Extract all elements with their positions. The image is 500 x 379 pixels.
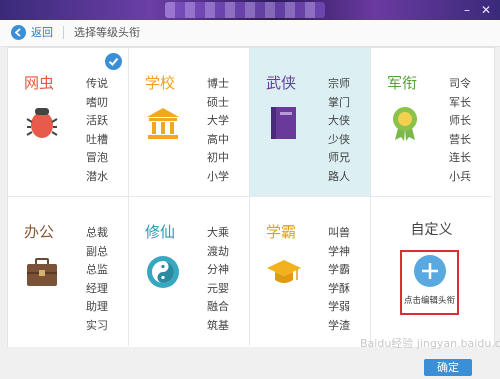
title-item: 传说 <box>86 77 108 90</box>
title-item: 经理 <box>86 281 108 295</box>
title-item: 元婴 <box>207 281 229 295</box>
title-item: 实习 <box>86 318 108 332</box>
title-item: 初中 <box>207 151 229 164</box>
category-card-xuexiao[interactable]: 学校 博士 硕士 大学 高中 初中 小学 <box>129 48 250 197</box>
title-item: 大乘 <box>207 226 229 239</box>
title-item: 吐槽 <box>86 132 108 146</box>
title-item: 渡劫 <box>207 244 229 258</box>
category-title: 武侠 <box>266 74 297 92</box>
category-title: 网虫 <box>24 74 55 92</box>
category-card-xueba[interactable]: 学霸 叫兽 学神 学霸 学酥 学弱 学渣 <box>250 197 371 346</box>
medal-icon <box>393 107 417 141</box>
custom-title-heading: 自定义 <box>410 222 453 238</box>
category-title: 军衔 <box>387 74 418 92</box>
category-card-xiuxian[interactable]: 修仙 大乘 渡劫 分神 元婴 融合 筑基 <box>129 197 250 346</box>
banner-decoration <box>165 2 325 18</box>
title-item: 助理 <box>86 300 108 313</box>
category-card-bangong[interactable]: 办公 总裁 副总 总监 经理 助理 实习 <box>8 197 129 346</box>
close-icon[interactable]: ✕ <box>478 2 494 18</box>
title-item: 潜水 <box>86 169 108 183</box>
title-item: 总监 <box>86 263 108 276</box>
title-list: 大乘 渡劫 分神 元婴 融合 筑基 <box>207 224 229 335</box>
checked-icon <box>105 53 122 70</box>
title-list: 宗师 掌门 大侠 少侠 师兄 路人 <box>328 75 350 186</box>
title-item: 师兄 <box>328 151 350 164</box>
edit-custom-title-label: 点击编辑头衔 <box>403 296 455 306</box>
back-button[interactable]: 返回 <box>31 25 53 40</box>
title-item: 副总 <box>86 244 108 258</box>
ok-button[interactable]: 确定 <box>424 359 472 376</box>
title-category-grid: 网虫 传说 嗜叨 活跃 吐槽 冒泡 潜水 学校 博士 硕士 大学 高中 初中 小… <box>7 47 495 349</box>
title-item: 博士 <box>207 77 229 90</box>
title-item: 营长 <box>449 132 471 146</box>
back-arrow-icon[interactable] <box>11 25 26 40</box>
toolbar: 返回 选择等级头衔 <box>0 20 500 47</box>
title-item: 小学 <box>207 169 229 183</box>
title-item: 小兵 <box>449 169 471 183</box>
title-item: 分神 <box>207 263 229 276</box>
category-title: 学霸 <box>266 223 297 241</box>
title-item: 学酥 <box>328 281 350 295</box>
title-item: 筑基 <box>207 318 229 332</box>
title-item: 路人 <box>328 169 350 183</box>
category-card-wangchong[interactable]: 网虫 传说 嗜叨 活跃 吐槽 冒泡 潜水 <box>8 48 129 197</box>
title-item: 学霸 <box>328 263 350 276</box>
plus-icon <box>414 255 446 287</box>
title-item: 大学 <box>207 114 229 127</box>
category-title: 修仙 <box>145 223 176 241</box>
briefcase-icon <box>27 258 57 286</box>
title-list: 司令 军长 师长 营长 连长 小兵 <box>449 75 471 186</box>
graduation-cap-icon <box>267 260 301 283</box>
category-title: 办公 <box>24 223 55 241</box>
title-item: 叫兽 <box>328 226 350 239</box>
title-item: 学神 <box>328 244 350 258</box>
title-item: 宗师 <box>328 77 350 90</box>
category-card-junxian[interactable]: 军衔 司令 军长 师长 营长 连长 小兵 <box>371 48 492 197</box>
title-item: 少侠 <box>328 132 350 146</box>
category-card-wuxia[interactable]: 武侠 宗师 掌门 大侠 少侠 师兄 路人 <box>250 48 371 197</box>
title-item: 硕士 <box>207 95 229 109</box>
title-list: 博士 硕士 大学 高中 初中 小学 <box>207 75 229 186</box>
minimize-icon[interactable]: – <box>459 2 475 18</box>
title-list: 总裁 副总 总监 经理 助理 实习 <box>86 224 108 335</box>
title-item: 学渣 <box>328 318 350 332</box>
title-item: 活跃 <box>86 114 108 127</box>
title-item: 学弱 <box>328 300 350 313</box>
title-item: 司令 <box>449 77 471 90</box>
toolbar-divider <box>63 26 64 39</box>
category-title: 学校 <box>145 74 176 92</box>
title-list: 叫兽 学神 学霸 学酥 学弱 学渣 <box>328 224 350 335</box>
title-item: 高中 <box>207 132 229 146</box>
book-icon <box>271 107 296 139</box>
title-item: 大侠 <box>328 114 350 127</box>
breadcrumb: 选择等级头衔 <box>74 26 140 39</box>
footer: 确定 <box>0 347 500 379</box>
title-item: 冒泡 <box>86 151 108 164</box>
window-banner: – ✕ <box>0 0 500 20</box>
taiji-icon <box>147 256 179 288</box>
title-item: 融合 <box>207 300 229 313</box>
school-icon <box>147 108 179 139</box>
title-list: 传说 嗜叨 活跃 吐槽 冒泡 潜水 <box>86 75 108 186</box>
custom-title-card[interactable]: 自定义 点击编辑头衔 <box>371 197 492 346</box>
bug-icon <box>26 108 58 138</box>
edit-custom-title-button[interactable]: 点击编辑头衔 <box>400 250 459 315</box>
title-item: 军长 <box>449 95 471 109</box>
title-item: 总裁 <box>86 226 108 239</box>
title-item: 连长 <box>449 151 471 164</box>
watermark: Baidu经验 jingyan.baidu.com <box>360 337 500 350</box>
title-item: 掌门 <box>328 95 350 109</box>
title-item: 嗜叨 <box>86 95 108 109</box>
title-item: 师长 <box>449 114 471 127</box>
